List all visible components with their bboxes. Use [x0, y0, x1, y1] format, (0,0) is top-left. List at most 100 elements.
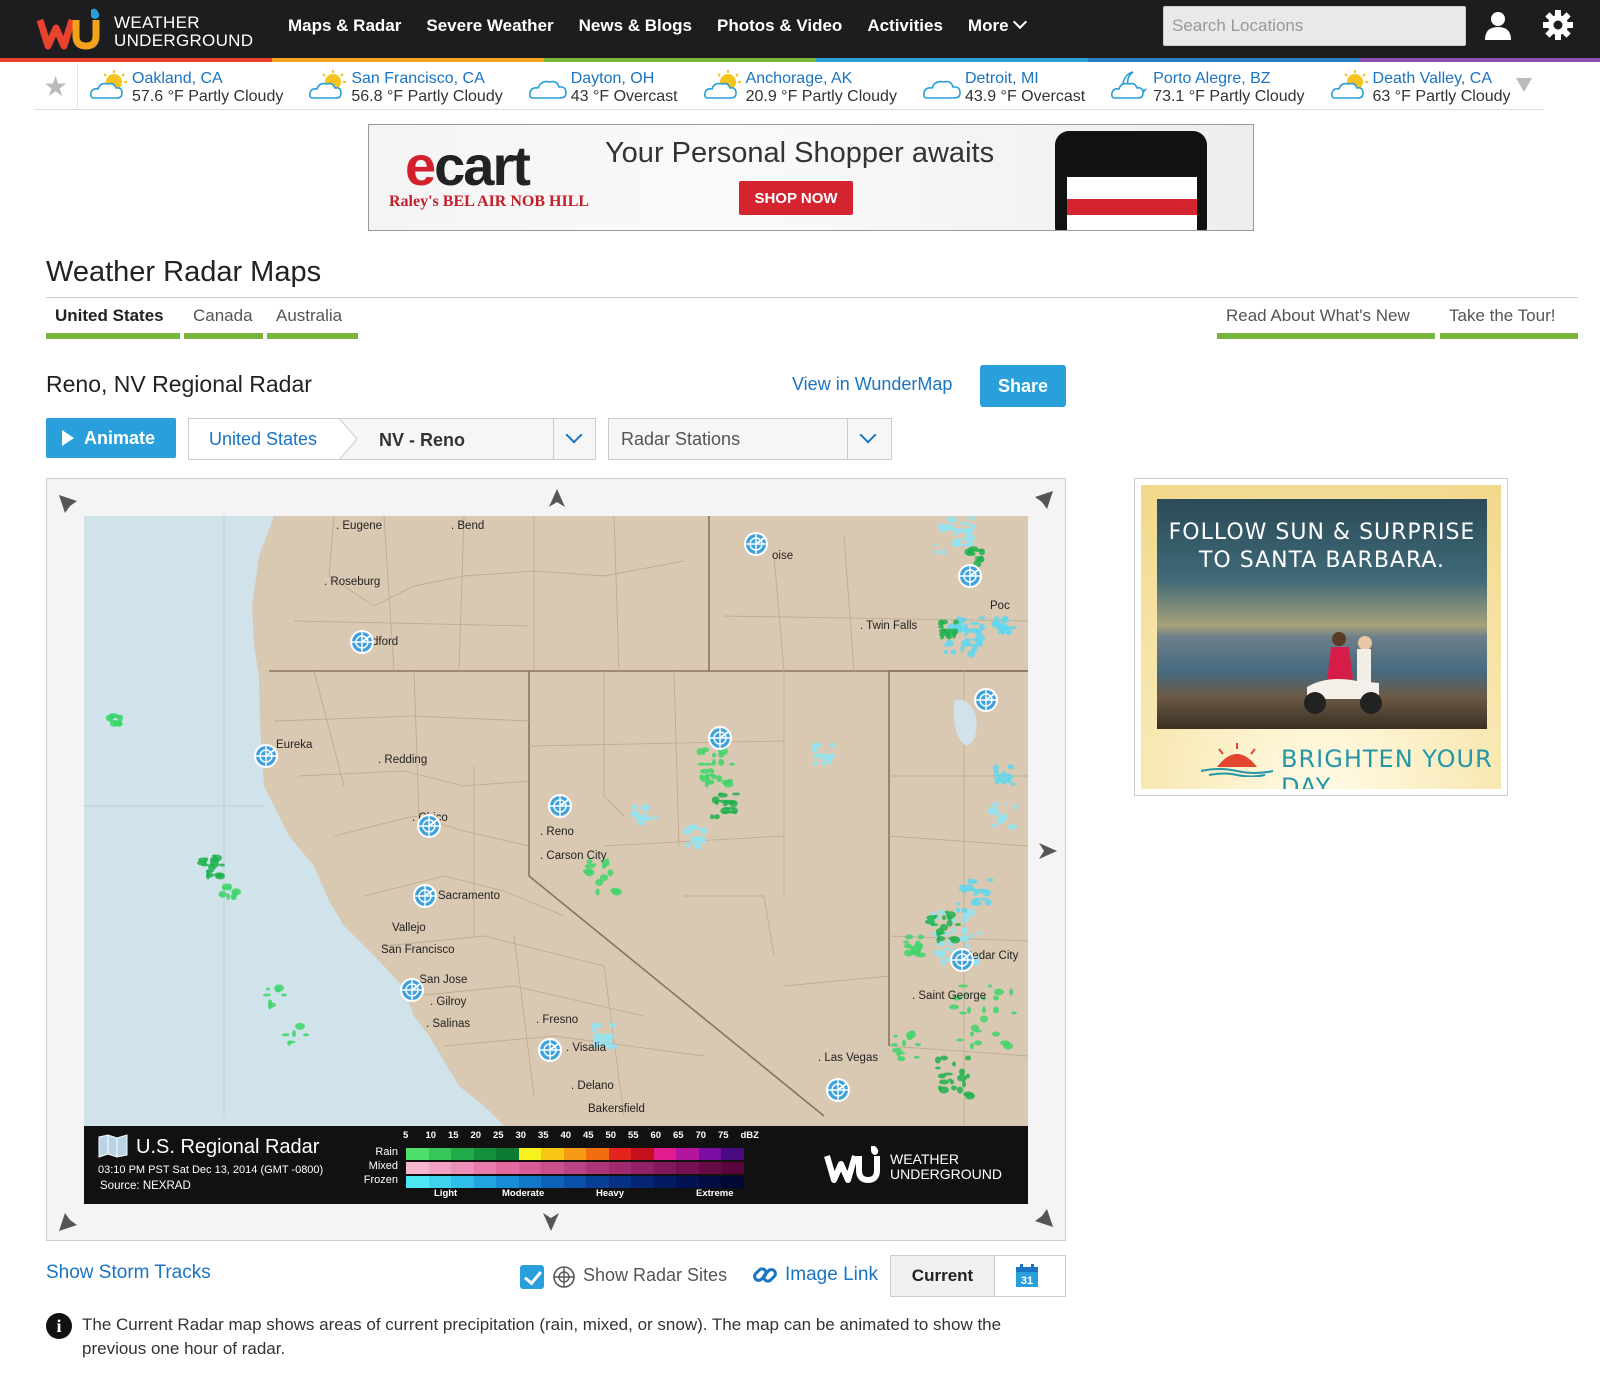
scale-label-rain: Rain: [375, 1146, 398, 1158]
tab-take-tour[interactable]: Take the Tour!: [1440, 305, 1578, 339]
scale-swatch: [721, 1162, 744, 1174]
show-radar-sites-label[interactable]: Show Radar Sites: [583, 1265, 727, 1286]
favorite-conditions: 56.8 °F Partly Cloudy: [351, 88, 503, 105]
region-dropdown-toggle[interactable]: [553, 419, 595, 459]
radar-site-icon[interactable]: [253, 743, 279, 769]
scale-swatch: [496, 1176, 519, 1188]
nav-maps-radar[interactable]: Maps & Radar: [288, 16, 401, 36]
tab-united-states[interactable]: United States: [46, 305, 180, 339]
map-city-label: Vallejo: [392, 922, 426, 934]
map-city-label: Bakersfield: [588, 1103, 645, 1115]
nav-news-blogs[interactable]: News & Blogs: [579, 16, 692, 36]
pan-south-icon[interactable]: [539, 1209, 563, 1233]
radar-site-icon[interactable]: [349, 629, 375, 655]
star-icon[interactable]: ★: [34, 64, 78, 108]
dbz-value: 20: [470, 1130, 482, 1141]
ad-store-logos: Raley's BEL AIR NOB HILL: [389, 193, 590, 210]
pan-northwest-icon[interactable]: [57, 493, 81, 517]
favorite-location[interactable]: Dayton, OH 43 °F Overcast: [528, 66, 678, 108]
radar-site-icon[interactable]: [707, 725, 733, 751]
search-input[interactable]: [1163, 6, 1466, 46]
view-in-wundermap-link[interactable]: View in WunderMap: [792, 374, 952, 395]
favorite-location[interactable]: Porto Alegre, BZ 73.1 °F Partly Cloudy: [1111, 66, 1305, 108]
show-radar-sites-checkbox[interactable]: [520, 1265, 544, 1289]
favorite-location[interactable]: Death Valley, CA 63 °F Partly Cloudy: [1330, 66, 1511, 108]
wu-logo[interactable]: WEATHER UNDERGROUND: [36, 6, 256, 52]
pan-southwest-icon[interactable]: [57, 1209, 81, 1233]
image-link[interactable]: Image Link: [785, 1264, 878, 1286]
animate-button[interactable]: Animate: [46, 418, 176, 458]
favorite-city: Porto Alegre, BZ: [1153, 70, 1271, 87]
share-button[interactable]: Share: [980, 365, 1066, 407]
map-city-label: . Eugene: [336, 520, 383, 532]
pan-east-icon[interactable]: [1035, 839, 1059, 863]
pan-north-icon[interactable]: [545, 487, 569, 511]
map-city-label: Eureka: [276, 739, 313, 751]
sunrise-icon: [1200, 743, 1274, 777]
shop-now-button[interactable]: SHOP NOW: [739, 181, 853, 215]
radar-stations-label: Radar Stations: [621, 429, 741, 449]
radar-site-icon[interactable]: [825, 1077, 851, 1103]
current-button[interactable]: Current: [891, 1256, 995, 1296]
cloudy-icon: [922, 80, 961, 99]
scale-swatch: [721, 1176, 744, 1188]
region-selector: United States NV - Reno: [188, 418, 596, 460]
map-city-label: . Gilroy: [430, 996, 467, 1008]
radar-site-icon[interactable]: [973, 687, 999, 713]
color-stripe: [0, 58, 1600, 62]
santa-barbara-ad[interactable]: FOLLOW SUN & SURPRISE TO SANTA BARBARA. B…: [1134, 478, 1508, 796]
radar-site-icon[interactable]: [399, 977, 425, 1003]
wu-logo-icon: [824, 1146, 880, 1184]
calendar-icon[interactable]: 31: [1015, 1264, 1039, 1288]
favorite-conditions: 57.6 °F Partly Cloudy: [132, 88, 284, 105]
tab-australia[interactable]: Australia: [267, 305, 358, 339]
scale-swatch: [518, 1148, 541, 1160]
info-icon: i: [46, 1313, 72, 1339]
radar-site-icon[interactable]: [743, 531, 769, 557]
pan-northeast-icon[interactable]: [1031, 489, 1055, 513]
radar-stations-select[interactable]: Radar Stations: [608, 418, 892, 460]
favorite-location[interactable]: San Francisco, CA 56.8 °F Partly Cloudy: [309, 66, 503, 108]
partly-cloudy-icon: [309, 70, 347, 99]
radar-site-icon[interactable]: [412, 883, 438, 909]
scale-swatch: [653, 1148, 676, 1160]
wu-legend-logo-text: WEATHER UNDERGROUND: [890, 1151, 1002, 1182]
animate-label: Animate: [84, 427, 156, 448]
ecart-ad-banner[interactable]: ecart Raley's BEL AIR NOB HILL Your Pers…: [368, 124, 1254, 231]
triangle-down-icon[interactable]: [1516, 78, 1532, 92]
radar-map-frame: . Eugene. Bend. Roseburg Medford Eureka. R…: [46, 478, 1066, 1241]
nav-severe-weather[interactable]: Severe Weather: [426, 16, 553, 36]
nav-activities[interactable]: Activities: [867, 16, 943, 36]
scale-swatch: [406, 1176, 429, 1188]
partly-cloudy-icon: [703, 70, 741, 99]
favorite-city: Death Valley, CA: [1372, 70, 1492, 87]
nav-photos-video[interactable]: Photos & Video: [717, 16, 842, 36]
radar-site-icon[interactable]: [416, 813, 442, 839]
radar-map[interactable]: . Eugene. Bend. Roseburg Medford Eureka. R…: [84, 516, 1028, 1126]
link-icon[interactable]: [752, 1262, 778, 1288]
ad-tagline: Your Personal Shopper awaits: [605, 137, 995, 169]
stations-dropdown-toggle[interactable]: [847, 419, 891, 459]
show-storm-tracks-link[interactable]: Show Storm Tracks: [46, 1262, 211, 1284]
favorite-conditions: 43 °F Overcast: [570, 88, 678, 105]
ecart-logo: ecart: [405, 134, 531, 197]
radar-site-icon[interactable]: [547, 793, 573, 819]
scale-swatch: [496, 1162, 519, 1174]
scale-swatch: [586, 1162, 609, 1174]
radar-site-icon[interactable]: [537, 1037, 563, 1063]
radar-site-icon[interactable]: [957, 563, 983, 589]
mixed-color-scale: [406, 1162, 744, 1174]
radar-site-icon[interactable]: [949, 947, 975, 973]
gear-icon[interactable]: [1542, 9, 1574, 41]
tab-canada[interactable]: Canada: [184, 305, 263, 339]
favorite-location[interactable]: Oakland, CA 57.6 °F Partly Cloudy: [90, 66, 283, 108]
favorite-city: Dayton, OH: [570, 70, 655, 87]
favorite-location[interactable]: Detroit, MI 43.9 °F Overcast: [922, 66, 1085, 108]
crumb-united-states[interactable]: United States: [189, 419, 341, 459]
nav-more[interactable]: More: [968, 14, 1027, 36]
tab-whats-new[interactable]: Read About What's New: [1217, 305, 1435, 339]
user-icon[interactable]: [1484, 10, 1512, 40]
wu-legend-logo: WEATHER UNDERGROUND: [824, 1144, 1024, 1188]
pan-southeast-icon[interactable]: [1031, 1205, 1055, 1229]
favorite-location[interactable]: Anchorage, AK 20.9 °F Partly Cloudy: [703, 66, 897, 108]
